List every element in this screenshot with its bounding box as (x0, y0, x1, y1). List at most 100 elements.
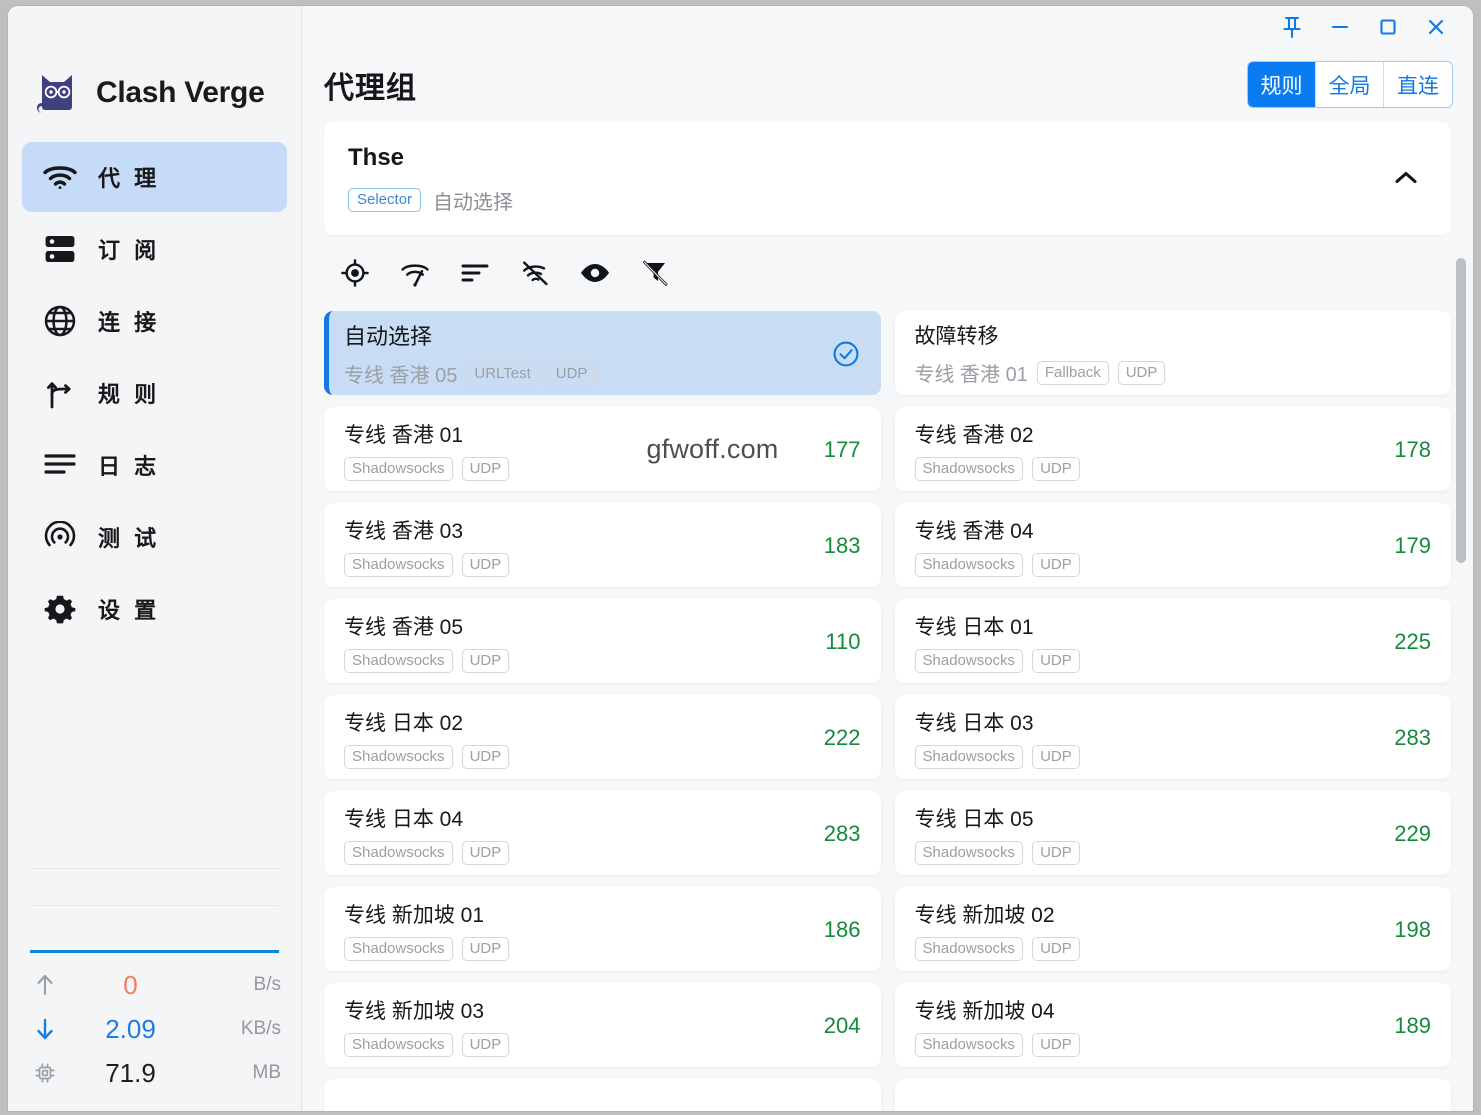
sidebar-item-test[interactable]: 测 试 (22, 502, 287, 572)
proxy-tag: Shadowsocks (914, 936, 1024, 961)
proxy-card[interactable]: 专线 新加坡 04 Shadowsocks UDP 189 (894, 982, 1451, 1067)
sidebar-item-connections[interactable]: 连 接 (22, 286, 287, 356)
proxy-delay: 283 (823, 820, 861, 846)
globe-icon (22, 305, 98, 337)
no-delay-icon[interactable] (518, 256, 552, 290)
maximize-icon[interactable] (1365, 10, 1411, 44)
chevron-up-icon[interactable] (1391, 163, 1421, 193)
proxy-meta: 专线 香港 05 URLTest UDP (344, 359, 596, 388)
download-value: 2.09 (105, 1013, 156, 1044)
proxy-name: 专线 香港 04 (914, 519, 1034, 543)
memory-value: 71.9 (105, 1057, 156, 1088)
proxy-card[interactable]: 专线 香港 03 Shadowsocks UDP 183 (324, 502, 881, 587)
main-area: 代理组 规则 全局 直连 Thse Selector 自动选择 自动选择 专线 … (302, 6, 1473, 1111)
proxy-card[interactable]: 专线 日本 01 Shadowsocks UDP 225 (894, 598, 1451, 683)
window-titlebar (302, 6, 1473, 48)
proxy-delay: 204 (823, 1012, 861, 1038)
proxy-meta: Shadowsocks UDP (344, 648, 510, 673)
watermark-text: gfwoff.com (646, 434, 779, 465)
proxy-tag: UDP (461, 456, 510, 481)
proxy-delay: 177 (823, 436, 861, 462)
proxy-card[interactable]: 专线 新加坡 01 Shadowsocks UDP 186 (324, 886, 881, 971)
speed-test-icon[interactable] (398, 256, 432, 290)
proxy-card[interactable] (894, 1078, 1451, 1111)
proxy-card[interactable]: 专线 日本 04 Shadowsocks UDP 283 (324, 790, 881, 875)
proxy-card[interactable]: 自动选择专线 香港 05 URLTest UDP (324, 310, 881, 395)
pin-icon[interactable] (1269, 10, 1315, 44)
proxy-card[interactable]: 专线 香港 04 Shadowsocks UDP 179 (894, 502, 1451, 587)
sidebar-item-rules[interactable]: 规 则 (22, 358, 287, 428)
proxy-card-info: 专线 新加坡 01 Shadowsocks UDP (344, 899, 510, 961)
locate-current-icon[interactable] (338, 256, 372, 290)
proxy-meta: Shadowsocks UDP (914, 648, 1080, 673)
proxy-card[interactable] (324, 1078, 881, 1111)
proxy-card[interactable]: 专线 新加坡 02 Shadowsocks UDP 198 (894, 886, 1451, 971)
proxy-card-info: 故障转移 专线 香港 01 Fallback UDP (915, 320, 1166, 387)
sidebar-nav: 代 理 订 阅 连 接 规 则 日 志 测 试 设 置 (8, 128, 301, 646)
proxy-card[interactable]: 专线 香港 05 Shadowsocks UDP 110 (324, 598, 881, 683)
proxy-delay: 229 (1394, 820, 1431, 846)
group-name: Thse (348, 143, 405, 171)
arrow-down-icon (28, 1017, 62, 1041)
page-title: 代理组 (324, 71, 417, 105)
sidebar-item-label: 测 试 (98, 526, 161, 551)
proxy-name: 专线 日本 04 (344, 807, 464, 831)
proxy-card[interactable]: 故障转移 专线 香港 01 Fallback UDP (894, 310, 1451, 395)
content-scrollbar[interactable] (1455, 250, 1467, 1109)
sidebar-item-proxy[interactable]: 代 理 (22, 142, 287, 212)
proxy-card[interactable]: 专线 日本 03 Shadowsocks UDP 283 (894, 694, 1451, 779)
proxy-tag: URLTest (466, 361, 539, 386)
proxy-name: 自动选择 (344, 324, 433, 350)
proxy-tag: Shadowsocks (344, 1032, 453, 1057)
proxy-meta: Shadowsocks UDP (344, 936, 510, 961)
proxy-delay: 186 (823, 916, 861, 942)
scrollbar-thumb[interactable] (1456, 257, 1466, 563)
proxy-card[interactable]: 专线 香港 02 Shadowsocks UDP 178 (894, 406, 1451, 491)
proxy-card-info: 专线 日本 03 Shadowsocks UDP (914, 707, 1080, 769)
sidebar-item-label: 连 接 (98, 310, 161, 335)
proxy-meta: Shadowsocks UDP (914, 840, 1080, 865)
proxy-card-info: 专线 新加坡 02 Shadowsocks UDP (914, 899, 1080, 961)
sidebar-gap-1 (8, 869, 301, 905)
sort-icon[interactable] (458, 256, 492, 290)
proxy-tag: UDP (461, 744, 510, 769)
proxy-meta: Shadowsocks UDP (344, 552, 510, 577)
mode-button-global[interactable]: 全局 (1316, 62, 1384, 108)
filter-off-icon[interactable] (638, 256, 672, 290)
sidebar-item-profiles[interactable]: 订 阅 (22, 214, 287, 284)
proxy-card-status: 189 (1367, 1013, 1431, 1039)
group-subline: Selector 自动选择 (348, 186, 1429, 215)
arrow-up-icon (28, 973, 62, 997)
mode-button-direct[interactable]: 直连 (1384, 62, 1452, 108)
app-window: Clash Verge 代 理 订 阅 连 接 规 则 日 志 测 试 设 置 … (8, 6, 1473, 1111)
group-type-chip: Selector (348, 188, 422, 213)
sidebar-item-settings[interactable]: 设 置 (22, 574, 287, 644)
proxy-toolbar (324, 235, 1451, 311)
proxy-meta: Shadowsocks UDP (914, 456, 1080, 481)
proxy-meta: Shadowsocks UDP (344, 840, 510, 865)
proxy-card-info: 专线 香港 05 Shadowsocks UDP (344, 611, 510, 673)
proxy-tag: Fallback (1036, 360, 1109, 385)
close-icon[interactable] (1413, 10, 1459, 44)
proxy-card-info: 自动选择专线 香港 05 URLTest UDP (344, 319, 596, 388)
proxy-meta: 专线 香港 01 Fallback UDP (915, 358, 1166, 387)
proxy-tag: Shadowsocks (914, 1032, 1024, 1057)
proxy-group-card[interactable]: Thse Selector 自动选择 (324, 121, 1451, 235)
visibility-icon[interactable] (578, 256, 612, 290)
minimize-icon[interactable] (1317, 10, 1363, 44)
sidebar-item-logs[interactable]: 日 志 (22, 430, 287, 500)
proxy-delay: 110 (825, 628, 861, 654)
mode-button-rule[interactable]: 规则 (1248, 62, 1316, 108)
radar-icon (22, 521, 98, 553)
proxy-tag: UDP (1032, 744, 1080, 769)
proxy-tag: UDP (1032, 840, 1080, 865)
proxy-card[interactable]: 专线 日本 05 Shadowsocks UDP 229 (894, 790, 1451, 875)
proxy-card-info: 专线 新加坡 03 Shadowsocks UDP (344, 995, 510, 1057)
proxy-name: 专线 新加坡 02 (914, 903, 1055, 927)
proxy-card[interactable]: 专线 新加坡 03 Shadowsocks UDP 204 (324, 982, 881, 1067)
proxy-name: 专线 香港 01 (344, 423, 464, 447)
proxy-card[interactable]: 专线 日本 02 Shadowsocks UDP 222 (324, 694, 881, 779)
proxy-card-info: 专线 日本 04 Shadowsocks UDP (344, 803, 510, 865)
proxy-card[interactable]: 专线 香港 01 Shadowsocks UDP gfwoff.com 177 (324, 406, 881, 491)
sidebar-item-label: 规 则 (98, 382, 161, 407)
